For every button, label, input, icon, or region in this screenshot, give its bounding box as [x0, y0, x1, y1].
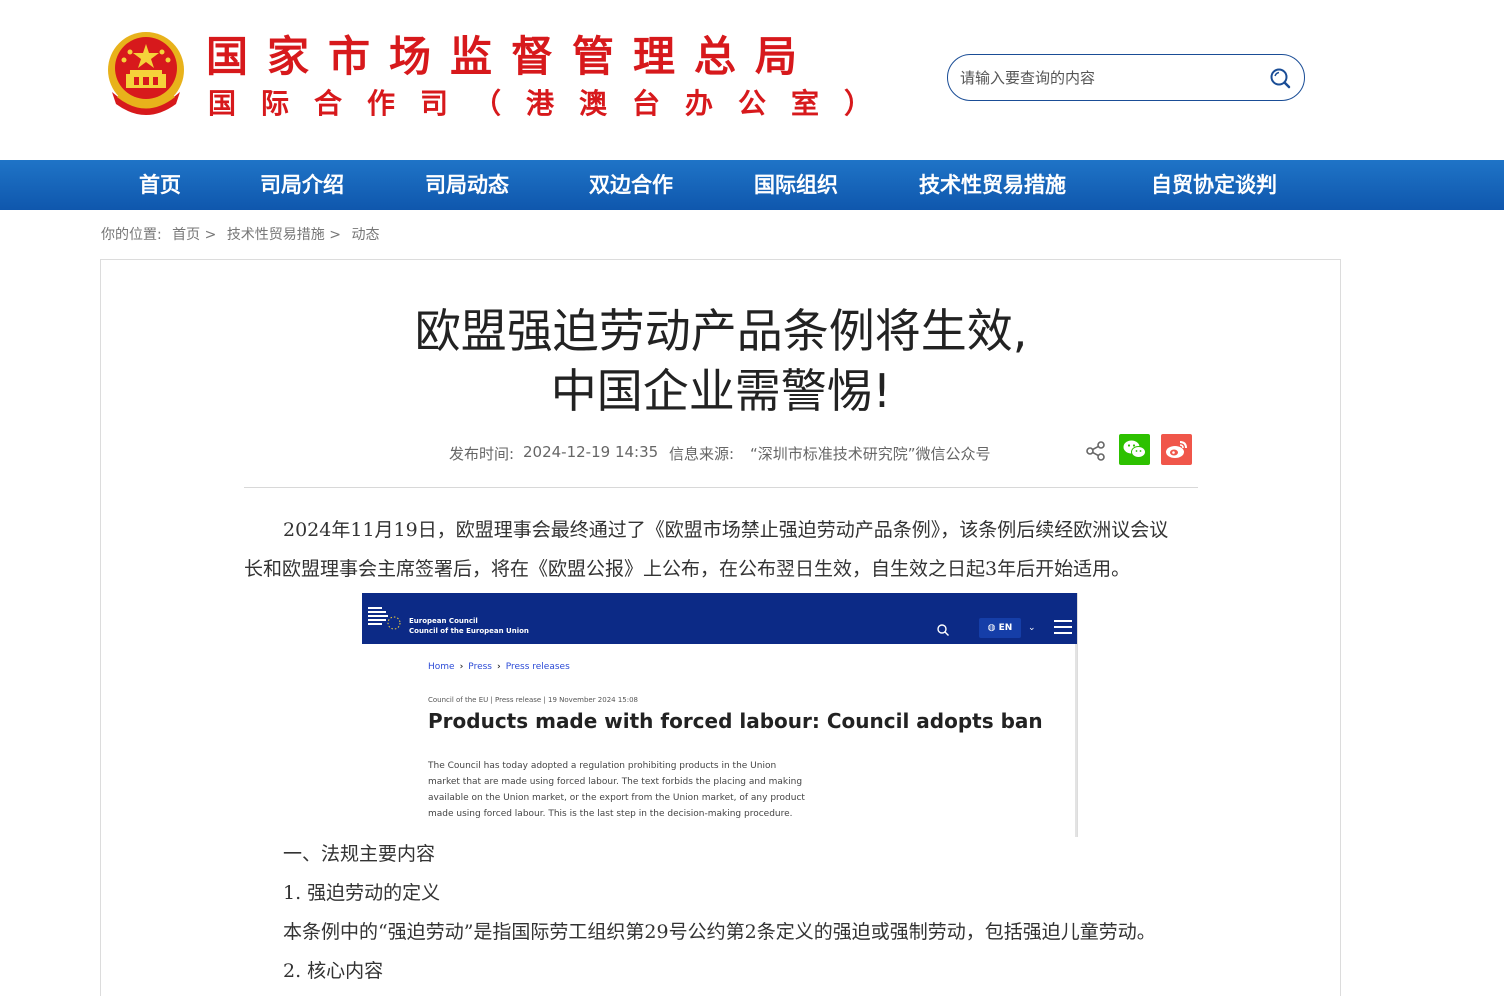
- eu-crumb-home[interactable]: Home: [428, 662, 455, 672]
- eu-language-label: EN: [998, 623, 1013, 633]
- publish-time: 2024-12-19 14:35: [523, 443, 659, 461]
- chevron-down-icon[interactable]: ⌄: [1028, 623, 1036, 633]
- breadcrumb-prefix: 你的位置:: [101, 227, 162, 243]
- source-value: “深圳市标准技术研究院”微信公众号: [750, 445, 991, 463]
- weibo-share-icon[interactable]: [1161, 434, 1192, 465]
- eu-crumb-press[interactable]: Press: [468, 662, 492, 672]
- nav-bilateral[interactable]: 双边合作: [589, 160, 673, 210]
- search-input[interactable]: [960, 65, 1260, 91]
- eu-body-line4: made using forced labour. This is the la…: [428, 809, 793, 819]
- breadcrumb-home[interactable]: 首页 >: [172, 227, 216, 243]
- search-icon[interactable]: [1268, 66, 1292, 90]
- eu-press-headline: Products made with forced labour: Counci…: [428, 709, 1043, 733]
- site-header: 国家市场监督管理总局 国际合作司（港澳台办公室）: [0, 0, 1504, 160]
- eu-crumb-press-releases[interactable]: Press releases: [506, 662, 570, 672]
- para1-line1: 2024年11月19日，欧盟理事会最终通过了《欧盟市场禁止强迫劳动产品条例》，该…: [283, 519, 1169, 541]
- eu-language-button[interactable]: ◍ EN: [979, 618, 1021, 638]
- article-title-line2: 中国企业需警惕!: [550, 364, 892, 418]
- brand-subtitle: 国际合作司（港澳台办公室）: [208, 87, 898, 120]
- eu-body-line3: available on the Union market, or the ex…: [428, 793, 805, 803]
- breadcrumb: 你的位置: 首页 > 技术性贸易措施 > 动态: [101, 224, 385, 244]
- nav-tbt[interactable]: 技术性贸易措施: [919, 160, 1066, 210]
- wechat-share-icon[interactable]: [1119, 434, 1150, 465]
- hamburger-menu-icon[interactable]: [1054, 620, 1072, 634]
- nav-news[interactable]: 司局动态: [425, 160, 509, 210]
- eu-breadcrumb: Home › Press › Press releases: [428, 662, 570, 672]
- eu-body-line1: The Council has today adopted a regulati…: [428, 761, 777, 771]
- title-divider: [244, 487, 1198, 488]
- nav-home[interactable]: 首页: [139, 160, 181, 210]
- eu-search-icon[interactable]: [936, 623, 950, 637]
- eu-press-meta: Council of the EU | Press release | 19 N…: [428, 696, 639, 704]
- eu-header-bar: European Council Council of the European…: [362, 593, 1077, 644]
- search-box: [947, 54, 1305, 101]
- main-nav: 首页 司局介绍 司局动态 双边合作 国际组织 技术性贸易措施 自贸协定谈判: [0, 160, 1504, 210]
- eu-scrollbar[interactable]: [1075, 644, 1077, 837]
- national-emblem-icon[interactable]: [104, 30, 188, 120]
- globe-icon: ◍: [987, 623, 999, 633]
- para1-line2: 长和欧盟理事会主席签署后，将在《欧盟公报》上公布，在公布翌日生效，自生效之日起3…: [244, 558, 1131, 580]
- section-heading-1: 一、法规主要内容: [283, 843, 436, 865]
- european-council-logo-icon: [368, 607, 401, 630]
- eu-body-line2: market that are made using forced labour…: [428, 777, 803, 787]
- eu-org-name: European Council: [409, 617, 478, 625]
- embedded-press-screenshot: European Council Council of the European…: [362, 593, 1078, 837]
- nav-international-orgs[interactable]: 国际组织: [754, 160, 838, 210]
- nav-fta[interactable]: 自贸协定谈判: [1151, 160, 1277, 210]
- subheading-1: 1. 强迫劳动的定义: [283, 882, 441, 904]
- article-title-line1: 欧盟强迫劳动产品条例将生效,: [414, 304, 1028, 358]
- breadcrumb-current[interactable]: 动态: [351, 227, 379, 243]
- subheading-2: 2. 核心内容: [283, 960, 384, 982]
- share-icon[interactable]: [1085, 440, 1107, 462]
- nav-about[interactable]: 司局介绍: [260, 160, 344, 210]
- source-label: 信息来源:: [669, 445, 735, 463]
- publish-label: 发布时间:: [449, 445, 515, 463]
- definition-text: 本条例中的“强迫劳动”是指国际劳工组织第29号公约第2条定义的强迫或强制劳动，包…: [283, 921, 1156, 943]
- eu-org-subname: Council of the European Union: [409, 627, 529, 635]
- brand-title: 国家市场监督管理总局: [206, 32, 817, 81]
- breadcrumb-tbt[interactable]: 技术性贸易措施 >: [227, 227, 341, 243]
